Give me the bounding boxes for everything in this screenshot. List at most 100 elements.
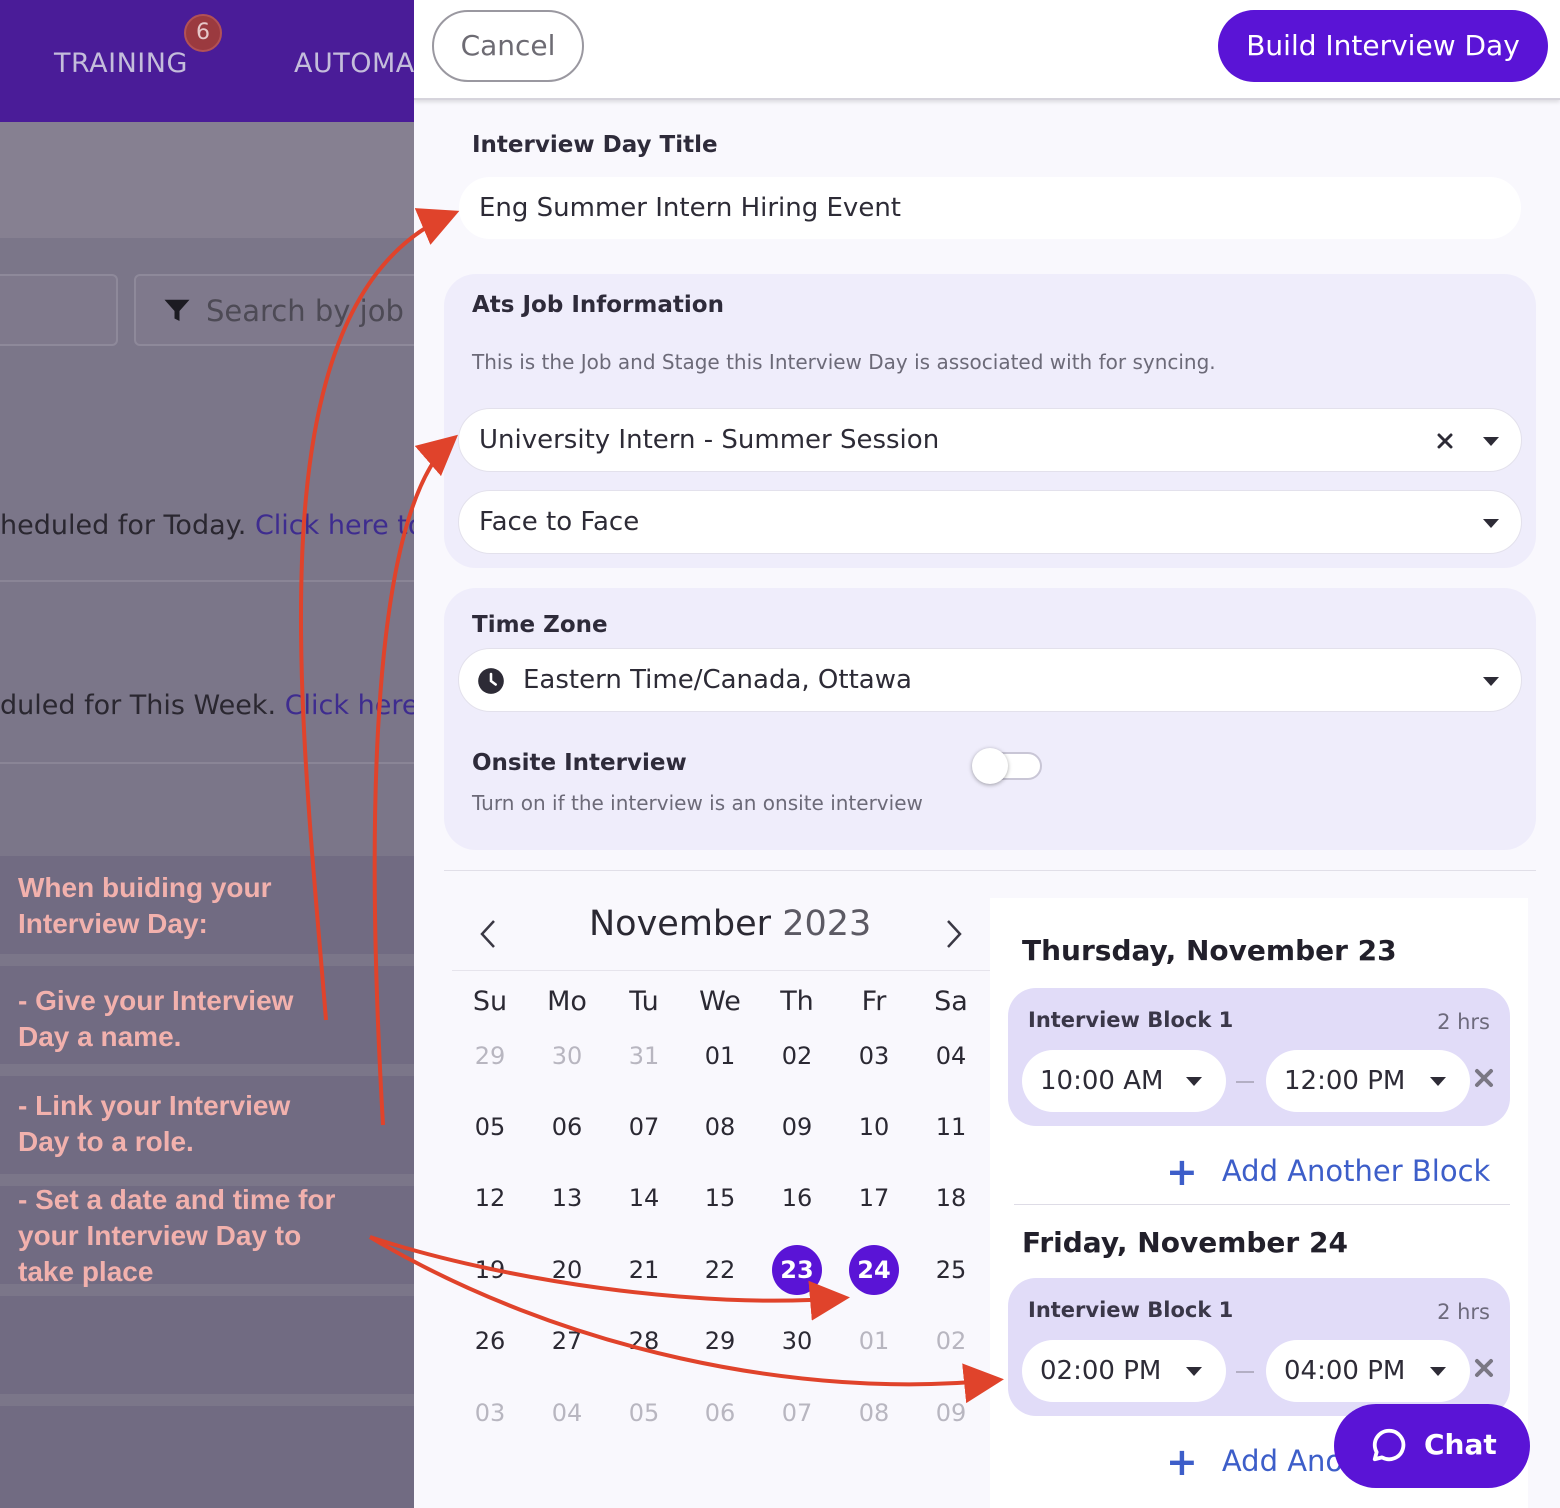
- calendar-day[interactable]: 27: [542, 1316, 592, 1366]
- calendar-day[interactable]: 04: [542, 1388, 592, 1438]
- calendar-day[interactable]: 01: [849, 1316, 899, 1366]
- calendar-day[interactable]: 26: [465, 1316, 515, 1366]
- calendar-day[interactable]: 21: [619, 1245, 669, 1295]
- search-field-left[interactable]: [0, 274, 118, 346]
- calendar-day[interactable]: 01: [695, 1031, 745, 1081]
- calendar-day[interactable]: 02: [772, 1031, 822, 1081]
- clock-icon: [478, 668, 504, 694]
- end-time-select[interactable]: 04:00 PM: [1266, 1340, 1470, 1402]
- weekday-header: We: [699, 986, 741, 1017]
- build-interview-day-drawer: Cancel Build Interview Day Interview Day…: [414, 0, 1560, 1508]
- toolbar-area: [0, 122, 414, 238]
- end-time-select[interactable]: 12:00 PM: [1266, 1050, 1470, 1112]
- calendar-day[interactable]: 06: [695, 1388, 745, 1438]
- calendar-day[interactable]: 30: [772, 1316, 822, 1366]
- calendar-day[interactable]: 31: [619, 1031, 669, 1081]
- calendar-day[interactable]: 05: [619, 1388, 669, 1438]
- remove-block-icon[interactable]: [1474, 1358, 1494, 1378]
- calendar-day[interactable]: 11: [926, 1102, 976, 1152]
- add-another-block-button[interactable]: + Add Another Block: [1166, 1150, 1490, 1194]
- calendar-divider: [452, 970, 990, 971]
- calendar-day[interactable]: 17: [849, 1173, 899, 1223]
- add-block-label: Add Ano: [1221, 1444, 1344, 1478]
- week-link[interactable]: Click here to: [285, 690, 414, 721]
- calendar-day[interactable]: 09: [926, 1388, 976, 1438]
- filter-icon: [164, 299, 190, 321]
- today-link[interactable]: Click here to a: [255, 510, 414, 541]
- add-another-block-button[interactable]: + Add Ano: [1166, 1440, 1343, 1484]
- chevron-down-icon: [1483, 677, 1499, 686]
- nav-training[interactable]: TRAINING: [54, 48, 188, 79]
- start-time-select[interactable]: 02:00 PM: [1022, 1340, 1226, 1402]
- calendar-day[interactable]: 12: [465, 1173, 515, 1223]
- remove-block-icon[interactable]: [1474, 1068, 1494, 1088]
- calendar-day[interactable]: 05: [465, 1102, 515, 1152]
- calendar-day[interactable]: 03: [465, 1388, 515, 1438]
- calendar-day[interactable]: 22: [695, 1245, 745, 1295]
- calendar-day[interactable]: 19: [465, 1245, 515, 1295]
- calendar-day[interactable]: 29: [465, 1031, 515, 1081]
- calendar-day[interactable]: 25: [926, 1245, 976, 1295]
- nav-automations[interactable]: AUTOMA: [294, 48, 414, 79]
- toggle-knob: [972, 748, 1008, 784]
- divider: [0, 580, 414, 582]
- calendar-day[interactable]: 04: [926, 1031, 976, 1081]
- calendar-day[interactable]: 06: [542, 1102, 592, 1152]
- today-text: heduled for Today.: [0, 510, 247, 541]
- start-time-value: 02:00 PM: [1040, 1356, 1162, 1386]
- interview-day-title-input[interactable]: Eng Summer Intern Hiring Event: [458, 176, 1522, 240]
- chat-button[interactable]: Chat: [1334, 1404, 1530, 1488]
- job-select[interactable]: University Intern - Summer Session: [458, 408, 1522, 472]
- cancel-button[interactable]: Cancel: [432, 10, 584, 82]
- schedule-day-title: Friday, November 24: [1022, 1226, 1348, 1259]
- chevron-right-icon[interactable]: [944, 918, 964, 950]
- clear-icon[interactable]: [1437, 433, 1453, 449]
- calendar-month-title: November 2023: [589, 904, 871, 944]
- calendar-day[interactable]: 07: [619, 1102, 669, 1152]
- chevron-down-icon: [1430, 1367, 1446, 1376]
- calendar-day[interactable]: 13: [542, 1173, 592, 1223]
- weekday-header: Fr: [861, 986, 887, 1017]
- calendar-day[interactable]: 15: [695, 1173, 745, 1223]
- job-search-placeholder: Search by job: [206, 294, 404, 328]
- chevron-left-icon[interactable]: [478, 918, 498, 950]
- chevron-down-icon: [1186, 1367, 1202, 1376]
- timezone-select[interactable]: Eastern Time/Canada, Ottawa: [458, 648, 1522, 712]
- annotation-intro: When buiding your Interview Day:: [18, 872, 272, 939]
- job-search-field[interactable]: Search by job: [134, 274, 414, 346]
- calendar-day[interactable]: 28: [619, 1316, 669, 1366]
- calendar-day[interactable]: 29: [695, 1316, 745, 1366]
- calendar-day-selected[interactable]: 24: [849, 1245, 899, 1295]
- calendar-day-selected[interactable]: 23: [772, 1245, 822, 1295]
- block-name: Interview Block 1: [1028, 1008, 1234, 1032]
- interview-day-title-label: Interview Day Title: [472, 132, 718, 158]
- interview-block: Interview Block 1 2 hrs 02:00 PM 04:00 P…: [1008, 1278, 1510, 1416]
- calendar-day[interactable]: 16: [772, 1173, 822, 1223]
- calendar-day[interactable]: 08: [849, 1388, 899, 1438]
- calendar-day[interactable]: 20: [542, 1245, 592, 1295]
- end-time-value: 04:00 PM: [1284, 1356, 1406, 1386]
- divider: [0, 762, 414, 764]
- calendar-day[interactable]: 09: [772, 1102, 822, 1152]
- calendar-day[interactable]: 14: [619, 1173, 669, 1223]
- calendar-day[interactable]: 03: [849, 1031, 899, 1081]
- background-app: TRAINING 6 AUTOMA Search by job heduled …: [0, 0, 414, 1508]
- calendar-day[interactable]: 30: [542, 1031, 592, 1081]
- weekday-header: Su: [472, 986, 508, 1017]
- today-message: heduled for Today. Click here to a: [0, 510, 414, 541]
- schedule-day-title: Thursday, November 23: [1022, 934, 1397, 967]
- start-time-select[interactable]: 10:00 AM: [1022, 1050, 1226, 1112]
- block-duration: 2 hrs: [1437, 1010, 1490, 1034]
- onsite-toggle[interactable]: [972, 748, 1042, 784]
- stage-select[interactable]: Face to Face: [458, 490, 1522, 554]
- start-time-value: 10:00 AM: [1040, 1066, 1164, 1096]
- calendar-day[interactable]: 02: [926, 1316, 976, 1366]
- calendar-day[interactable]: 10: [849, 1102, 899, 1152]
- chevron-down-icon: [1430, 1077, 1446, 1086]
- calendar-day[interactable]: 18: [926, 1173, 976, 1223]
- week-message: duled for This Week. Click here to: [0, 690, 414, 721]
- build-interview-day-button[interactable]: Build Interview Day: [1218, 10, 1548, 82]
- time-range-dash: [1236, 1371, 1254, 1373]
- calendar-day[interactable]: 08: [695, 1102, 745, 1152]
- calendar-day[interactable]: 07: [772, 1388, 822, 1438]
